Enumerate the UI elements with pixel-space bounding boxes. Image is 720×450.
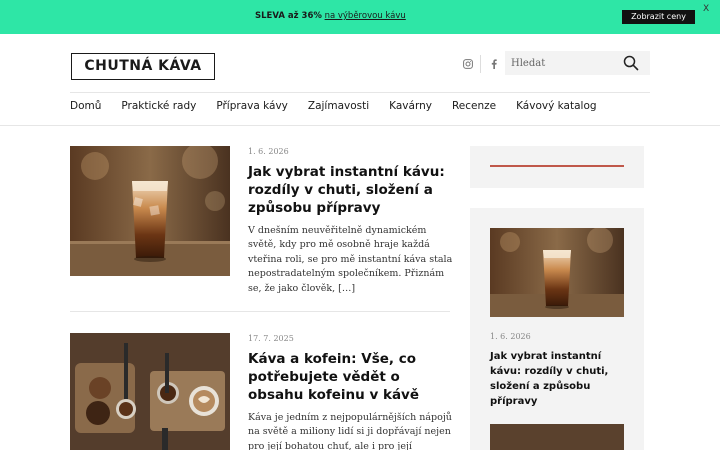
- close-icon[interactable]: X: [703, 4, 709, 14]
- nav-divider: [0, 125, 720, 126]
- nav-item-catalog[interactable]: Kávový katalog: [516, 100, 596, 112]
- article-title[interactable]: Jak vybrat instantní kávu: rozdíly v chu…: [248, 163, 448, 217]
- promo-text[interactable]: SLEVA až 36% na výběrovou kávu: [255, 11, 406, 21]
- article-image-coffee-beans[interactable]: [70, 333, 230, 450]
- header-divider: [70, 92, 650, 93]
- sidebar-widget-header: [470, 146, 644, 188]
- article-divider: [70, 311, 450, 312]
- article-excerpt: V dnešním neuvěřitelně dynamickém světě,…: [248, 225, 453, 294]
- sidebar-image-iced-coffee[interactable]: [490, 228, 624, 317]
- promo-link[interactable]: na výběrovou kávu: [325, 11, 406, 21]
- promo-bar: SLEVA až 36% na výběrovou kávu Zobrazit …: [0, 0, 720, 34]
- article-date: 17. 7. 2025: [248, 334, 294, 343]
- promo-bold: SLEVA až 36%: [255, 11, 322, 21]
- sidebar-article-date: 1. 6. 2026: [490, 332, 531, 341]
- nav-item-curiosities[interactable]: Zajímavosti: [308, 100, 369, 112]
- nav-item-coffee-prep[interactable]: Příprava kávy: [216, 100, 288, 112]
- sidebar-image-second[interactable]: [490, 424, 624, 450]
- nav-item-cafes[interactable]: Kavárny: [389, 100, 432, 112]
- show-prices-button[interactable]: Zobrazit ceny: [622, 10, 695, 24]
- main-nav: Domů Praktické rady Příprava kávy Zajíma…: [70, 100, 617, 112]
- article-title[interactable]: Káva a kofein: Vše, co potřebujete vědět…: [248, 350, 448, 404]
- site-logo[interactable]: CHUTNÁ KÁVA: [71, 53, 215, 80]
- sidebar-article-title[interactable]: Jak vybrat instantní kávu: rozdíly v chu…: [490, 349, 625, 409]
- search-icon[interactable]: [622, 54, 640, 72]
- nav-item-reviews[interactable]: Recenze: [452, 100, 496, 112]
- article-image-iced-coffee[interactable]: [70, 146, 230, 276]
- facebook-icon[interactable]: [487, 57, 501, 71]
- article-date: 1. 6. 2026: [248, 147, 289, 156]
- nav-item-practical-tips[interactable]: Praktické rady: [121, 100, 196, 112]
- search-input[interactable]: [511, 51, 621, 75]
- nav-item-home[interactable]: Domů: [70, 100, 101, 112]
- instagram-icon[interactable]: [461, 57, 475, 71]
- article-excerpt: Káva je jedním z nejpopulárnějších nápoj…: [248, 412, 452, 450]
- social-divider: [480, 55, 481, 73]
- sidebar-accent-line: [490, 165, 624, 167]
